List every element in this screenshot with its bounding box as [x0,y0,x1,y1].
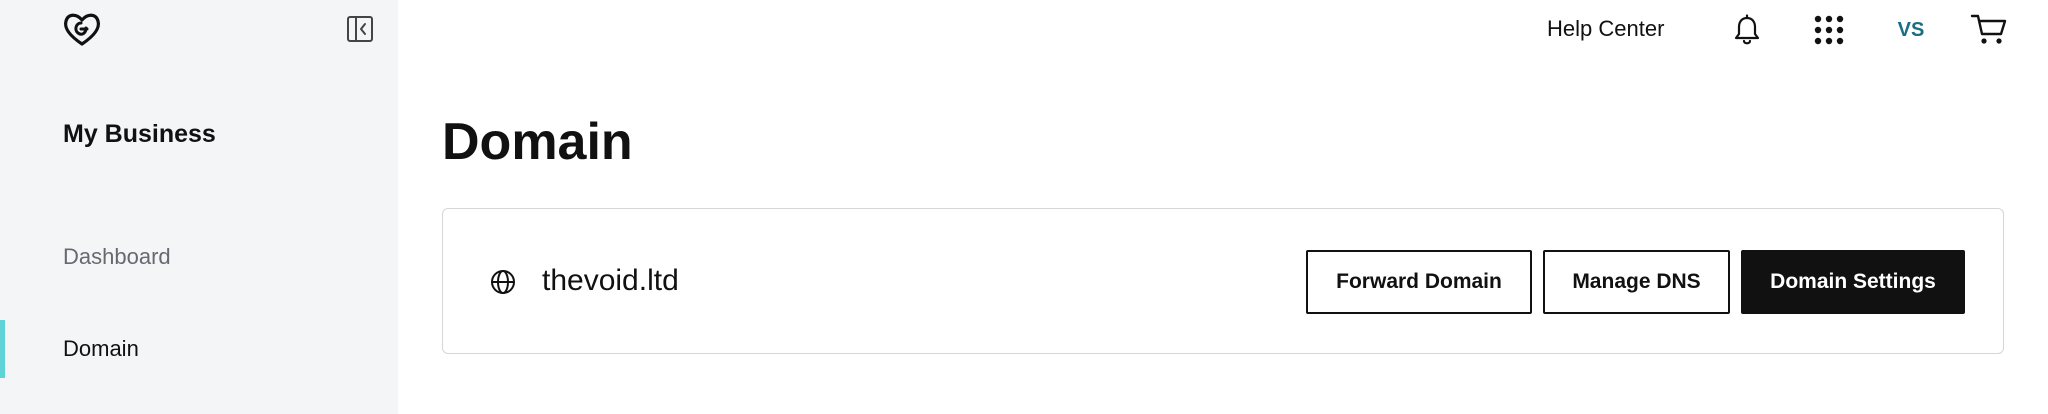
sidebar-item-label: Dashboard [63,244,171,269]
globe-icon [490,269,516,295]
godaddy-logo-icon[interactable] [60,10,104,50]
apps-grid-icon[interactable] [1814,15,1844,45]
help-center-link[interactable]: Help Center [1547,14,1664,44]
collapse-sidebar-icon[interactable] [346,15,374,43]
domain-card: thevoid.ltd Forward Domain Manage DNS Do… [442,208,2004,354]
sidebar: My Business Dashboard Domain [0,0,398,414]
sidebar-item-label: Domain [63,336,139,361]
page-title: Domain [442,113,633,171]
active-indicator [0,320,5,378]
domain-settings-button[interactable]: Domain Settings [1741,250,1965,314]
forward-domain-button[interactable]: Forward Domain [1306,250,1532,314]
business-title: My Business [63,120,216,148]
domain-name[interactable]: thevoid.ltd [542,263,679,299]
cart-icon[interactable] [1970,12,2008,48]
user-avatar[interactable]: VS [1893,15,1929,45]
bell-icon[interactable] [1733,14,1761,46]
manage-dns-button[interactable]: Manage DNS [1543,250,1730,314]
sidebar-item-dashboard[interactable]: Dashboard [0,228,398,286]
sidebar-item-domain[interactable]: Domain [0,320,398,378]
